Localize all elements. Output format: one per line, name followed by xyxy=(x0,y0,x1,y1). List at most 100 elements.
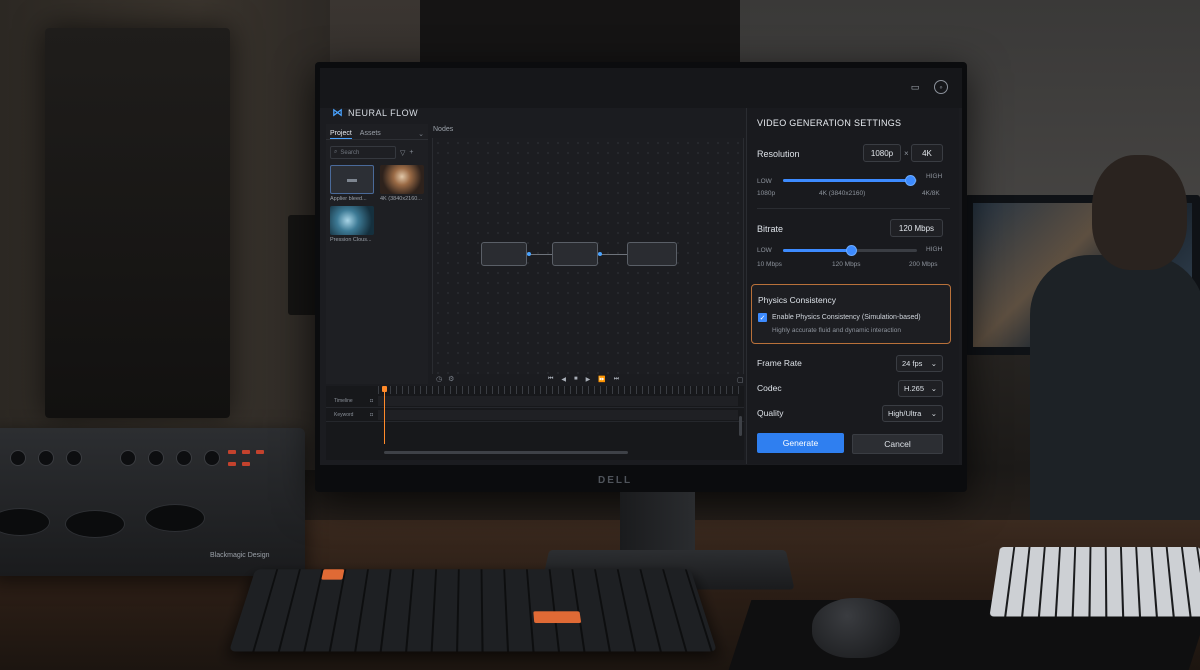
play-icon[interactable]: ▶ xyxy=(586,376,591,383)
bitrate-field[interactable]: 120 Mbps xyxy=(890,219,943,237)
skip-forward-icon[interactable]: ⏭ xyxy=(614,376,619,383)
frame-rate-select[interactable]: 24 fps ⌄ xyxy=(896,355,943,372)
track-lane[interactable] xyxy=(378,410,738,420)
console-knob xyxy=(120,450,136,466)
console-knob xyxy=(148,450,164,466)
graph-node[interactable] xyxy=(481,242,527,266)
quality-label: Quality xyxy=(757,408,783,418)
asset-item[interactable]: 4K (3840x2160... xyxy=(380,165,426,202)
header-actions: ▭ ◦ xyxy=(908,80,948,94)
settings-icon[interactable]: ⚙ xyxy=(448,375,454,383)
resolution-slider[interactable] xyxy=(783,179,917,182)
lock-icon[interactable]: ◘ xyxy=(370,398,373,404)
timeline-ruler[interactable] xyxy=(378,386,744,394)
track-label: Keyword xyxy=(334,412,353,418)
console-led xyxy=(242,450,250,454)
bitrate-label: Bitrate xyxy=(757,224,783,234)
resolution-slider-fill xyxy=(783,179,910,182)
resolution-current-text: 4K (3840x2160) xyxy=(819,190,865,197)
monitor-stand-neck xyxy=(620,492,695,552)
asset-thumbnail xyxy=(330,206,374,235)
fullscreen-icon[interactable]: ▢ xyxy=(737,376,744,384)
physics-checkbox-label[interactable]: Enable Physics Consistency (Simulation-b… xyxy=(772,314,921,321)
console-brand: Blackmagic Design xyxy=(210,552,270,559)
filter-icon[interactable]: ▽ xyxy=(400,149,405,157)
node-port[interactable] xyxy=(598,252,602,256)
tab-project[interactable]: Project xyxy=(330,130,352,139)
step-forward-icon[interactable]: ⏩ xyxy=(598,376,605,383)
timeline-vertical-scrollbar[interactable] xyxy=(739,416,742,436)
bitrate-high-label: HIGH xyxy=(926,246,942,253)
bitrate-slider-fill xyxy=(783,249,851,252)
track-label: Timeline xyxy=(334,398,353,404)
resolution-slider-thumb[interactable] xyxy=(905,175,916,186)
escape-key xyxy=(321,569,344,579)
background-wall-strip xyxy=(420,0,750,70)
codec-label: Codec xyxy=(757,383,782,393)
tab-assets[interactable]: Assets xyxy=(360,130,381,139)
timeline-track[interactable]: Timeline ◘ xyxy=(326,394,744,408)
asset-label: 4K (3840x2160... xyxy=(380,196,422,202)
console-led xyxy=(228,450,236,454)
neural-flow-logo-icon: ⋈ xyxy=(332,106,343,119)
chevron-down-icon: ⌄ xyxy=(931,384,937,393)
step-back-icon[interactable]: ◀ xyxy=(561,376,566,383)
folder-icon[interactable]: ▭ xyxy=(908,80,922,94)
console-knob xyxy=(176,450,192,466)
app-header xyxy=(320,68,962,108)
track-lane[interactable] xyxy=(378,396,738,406)
node-port[interactable] xyxy=(527,252,531,256)
stop-icon[interactable]: ■ xyxy=(574,376,578,383)
timeline-track[interactable]: Keyword ◘ xyxy=(326,408,744,422)
lock-icon[interactable]: ◘ xyxy=(370,412,373,418)
generate-button[interactable]: Generate xyxy=(757,433,844,453)
physics-title: Physics Consistency xyxy=(758,295,836,305)
codec-value: H.265 xyxy=(904,384,924,393)
codec-select[interactable]: H.265 ⌄ xyxy=(898,380,943,397)
console-led xyxy=(256,450,264,454)
console-led xyxy=(242,462,250,466)
bitrate-low-label: LOW xyxy=(757,247,772,254)
graph-node[interactable] xyxy=(552,242,598,266)
node-editor[interactable] xyxy=(432,138,744,374)
resolution-low-label: LOW xyxy=(757,178,772,185)
graph-node[interactable] xyxy=(627,242,677,266)
asset-item[interactable]: Pression Clous... xyxy=(330,206,376,243)
timeline-scrollbar[interactable] xyxy=(384,451,628,454)
chevron-down-icon[interactable]: ⌄ xyxy=(418,130,424,139)
main-monitor: ⋈ NEURAL FLOW ▭ ◦ Project Assets ⌄ ⌕ Sea… xyxy=(315,62,967,492)
physics-description: Highly accurate fluid and dynamic intera… xyxy=(772,327,901,334)
user-avatar-icon[interactable]: ◦ xyxy=(934,80,948,94)
bitrate-max-text: 200 Mbps xyxy=(909,261,938,268)
grading-console: Blackmagic Design xyxy=(0,428,305,576)
app-screen: ⋈ NEURAL FLOW ▭ ◦ Project Assets ⌄ ⌕ Sea… xyxy=(320,68,962,465)
frame-rate-label: Frame Rate xyxy=(757,358,802,368)
cancel-button[interactable]: Cancel xyxy=(852,434,943,454)
console-knob xyxy=(66,450,82,466)
search-input[interactable]: ⌕ Search xyxy=(330,146,396,159)
resolution-min-field[interactable]: 1080p xyxy=(863,144,901,162)
asset-item[interactable]: ▬ Applier bleed... xyxy=(330,165,376,202)
physics-checkbox[interactable]: ✓ xyxy=(758,313,767,322)
frame-rate-value: 24 fps xyxy=(902,359,922,368)
bitrate-slider[interactable] xyxy=(783,249,917,252)
chevron-down-icon: ⌄ xyxy=(931,359,937,368)
skip-back-icon[interactable]: ⏮ xyxy=(548,376,553,383)
search-icon: ⌕ xyxy=(334,149,337,156)
console-led xyxy=(228,462,236,466)
tab-nodes[interactable]: Nodes xyxy=(433,126,453,133)
history-icon[interactable]: ◷ xyxy=(436,375,442,383)
project-panel: Project Assets ⌄ ⌕ Search ▽ + ▬ Applier … xyxy=(326,124,428,384)
timeline[interactable]: Timeline ◘ Keyword ◘ xyxy=(326,386,744,460)
bitrate-slider-thumb[interactable] xyxy=(846,245,857,256)
resolution-min-text: 1080p xyxy=(757,190,775,197)
app-name: NEURAL FLOW xyxy=(348,108,418,118)
quality-select[interactable]: High/Ultra ⌄ xyxy=(882,405,943,422)
resolution-max-field[interactable]: 4K xyxy=(911,144,943,162)
settings-title: VIDEO GENERATION SETTINGS xyxy=(757,118,901,128)
asset-grid: ▬ Applier bleed... 4K (3840x2160... Pres… xyxy=(326,159,428,249)
resolution-high-label: HIGH xyxy=(926,173,942,180)
console-knob xyxy=(38,450,54,466)
add-icon[interactable]: + xyxy=(409,149,413,156)
playhead[interactable] xyxy=(384,390,385,444)
